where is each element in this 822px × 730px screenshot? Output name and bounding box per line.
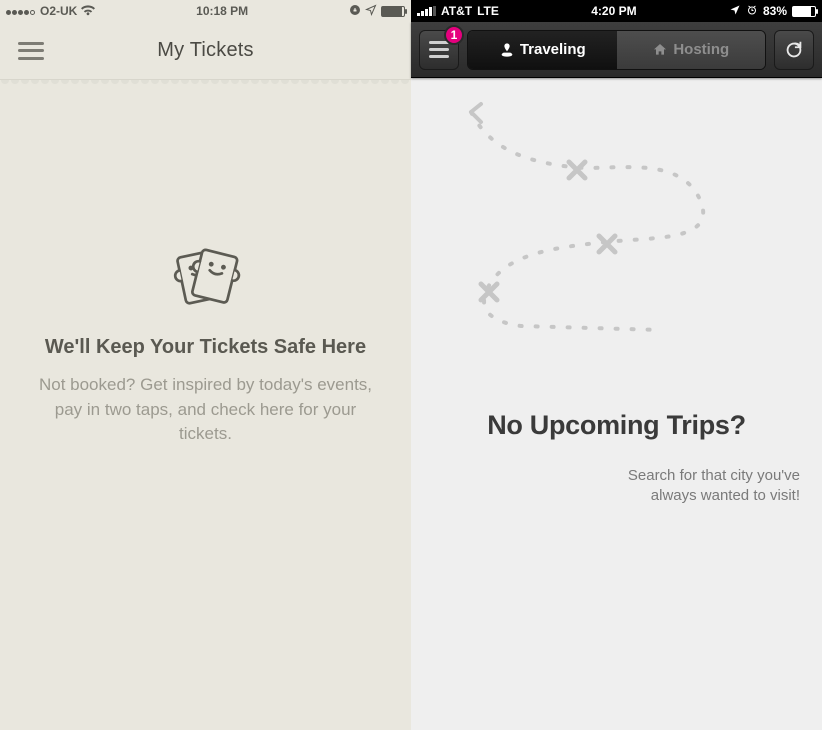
status-time: 4:20 PM	[591, 4, 636, 18]
alarm-icon	[746, 4, 758, 19]
tab-hosting-label: Hosting	[673, 41, 729, 58]
empty-heading: No Upcoming Trips?	[411, 410, 822, 441]
lock-icon	[349, 4, 361, 19]
nav-bar: 1 Traveling Hosting	[411, 22, 822, 78]
status-bar: AT&T LTE 4:20 PM 83%	[411, 0, 822, 22]
menu-button[interactable]: 1	[419, 30, 459, 70]
empty-body: Not booked? Get inspired by today's even…	[30, 373, 381, 447]
location-icon	[729, 4, 741, 19]
tickets-icon	[161, 238, 251, 310]
nav-bar: My Tickets	[0, 22, 411, 80]
tab-traveling[interactable]: Traveling	[468, 31, 617, 69]
battery-pct: 83%	[763, 4, 787, 18]
battery-icon	[792, 6, 816, 17]
battery-icon	[381, 6, 405, 17]
status-bar: O2-UK 10:18 PM	[0, 0, 411, 22]
carrier-label: O2-UK	[40, 4, 77, 18]
hosting-icon	[652, 42, 668, 58]
page-title: My Tickets	[157, 39, 253, 62]
tab-hosting[interactable]: Hosting	[617, 31, 766, 69]
tickets-app-screen: O2-UK 10:18 PM My Tickets	[0, 0, 411, 730]
traveling-icon	[499, 42, 515, 58]
carrier-label: AT&T	[441, 4, 472, 18]
notification-badge: 1	[444, 25, 464, 45]
location-icon	[365, 4, 377, 19]
wifi-icon	[81, 5, 95, 17]
network-label: LTE	[477, 4, 499, 18]
status-time: 10:18 PM	[196, 4, 248, 18]
route-path-icon	[451, 92, 781, 342]
empty-state: No Upcoming Trips? Search for that city …	[411, 78, 822, 730]
mode-segmented-control: Traveling Hosting	[467, 30, 766, 70]
empty-heading: We'll Keep Your Tickets Safe Here	[45, 336, 366, 359]
empty-body: Search for that city you've always wante…	[580, 466, 800, 507]
refresh-button[interactable]	[774, 30, 814, 70]
signal-bars-icon	[417, 6, 436, 16]
tab-traveling-label: Traveling	[520, 41, 586, 58]
ticket-tear-decoration	[0, 80, 411, 88]
empty-state: We'll Keep Your Tickets Safe Here Not bo…	[0, 88, 411, 730]
menu-button[interactable]	[18, 42, 44, 60]
trips-app-screen: AT&T LTE 4:20 PM 83% 1 Traveling	[411, 0, 822, 730]
refresh-icon	[783, 39, 805, 61]
signal-dots-icon	[6, 4, 36, 18]
